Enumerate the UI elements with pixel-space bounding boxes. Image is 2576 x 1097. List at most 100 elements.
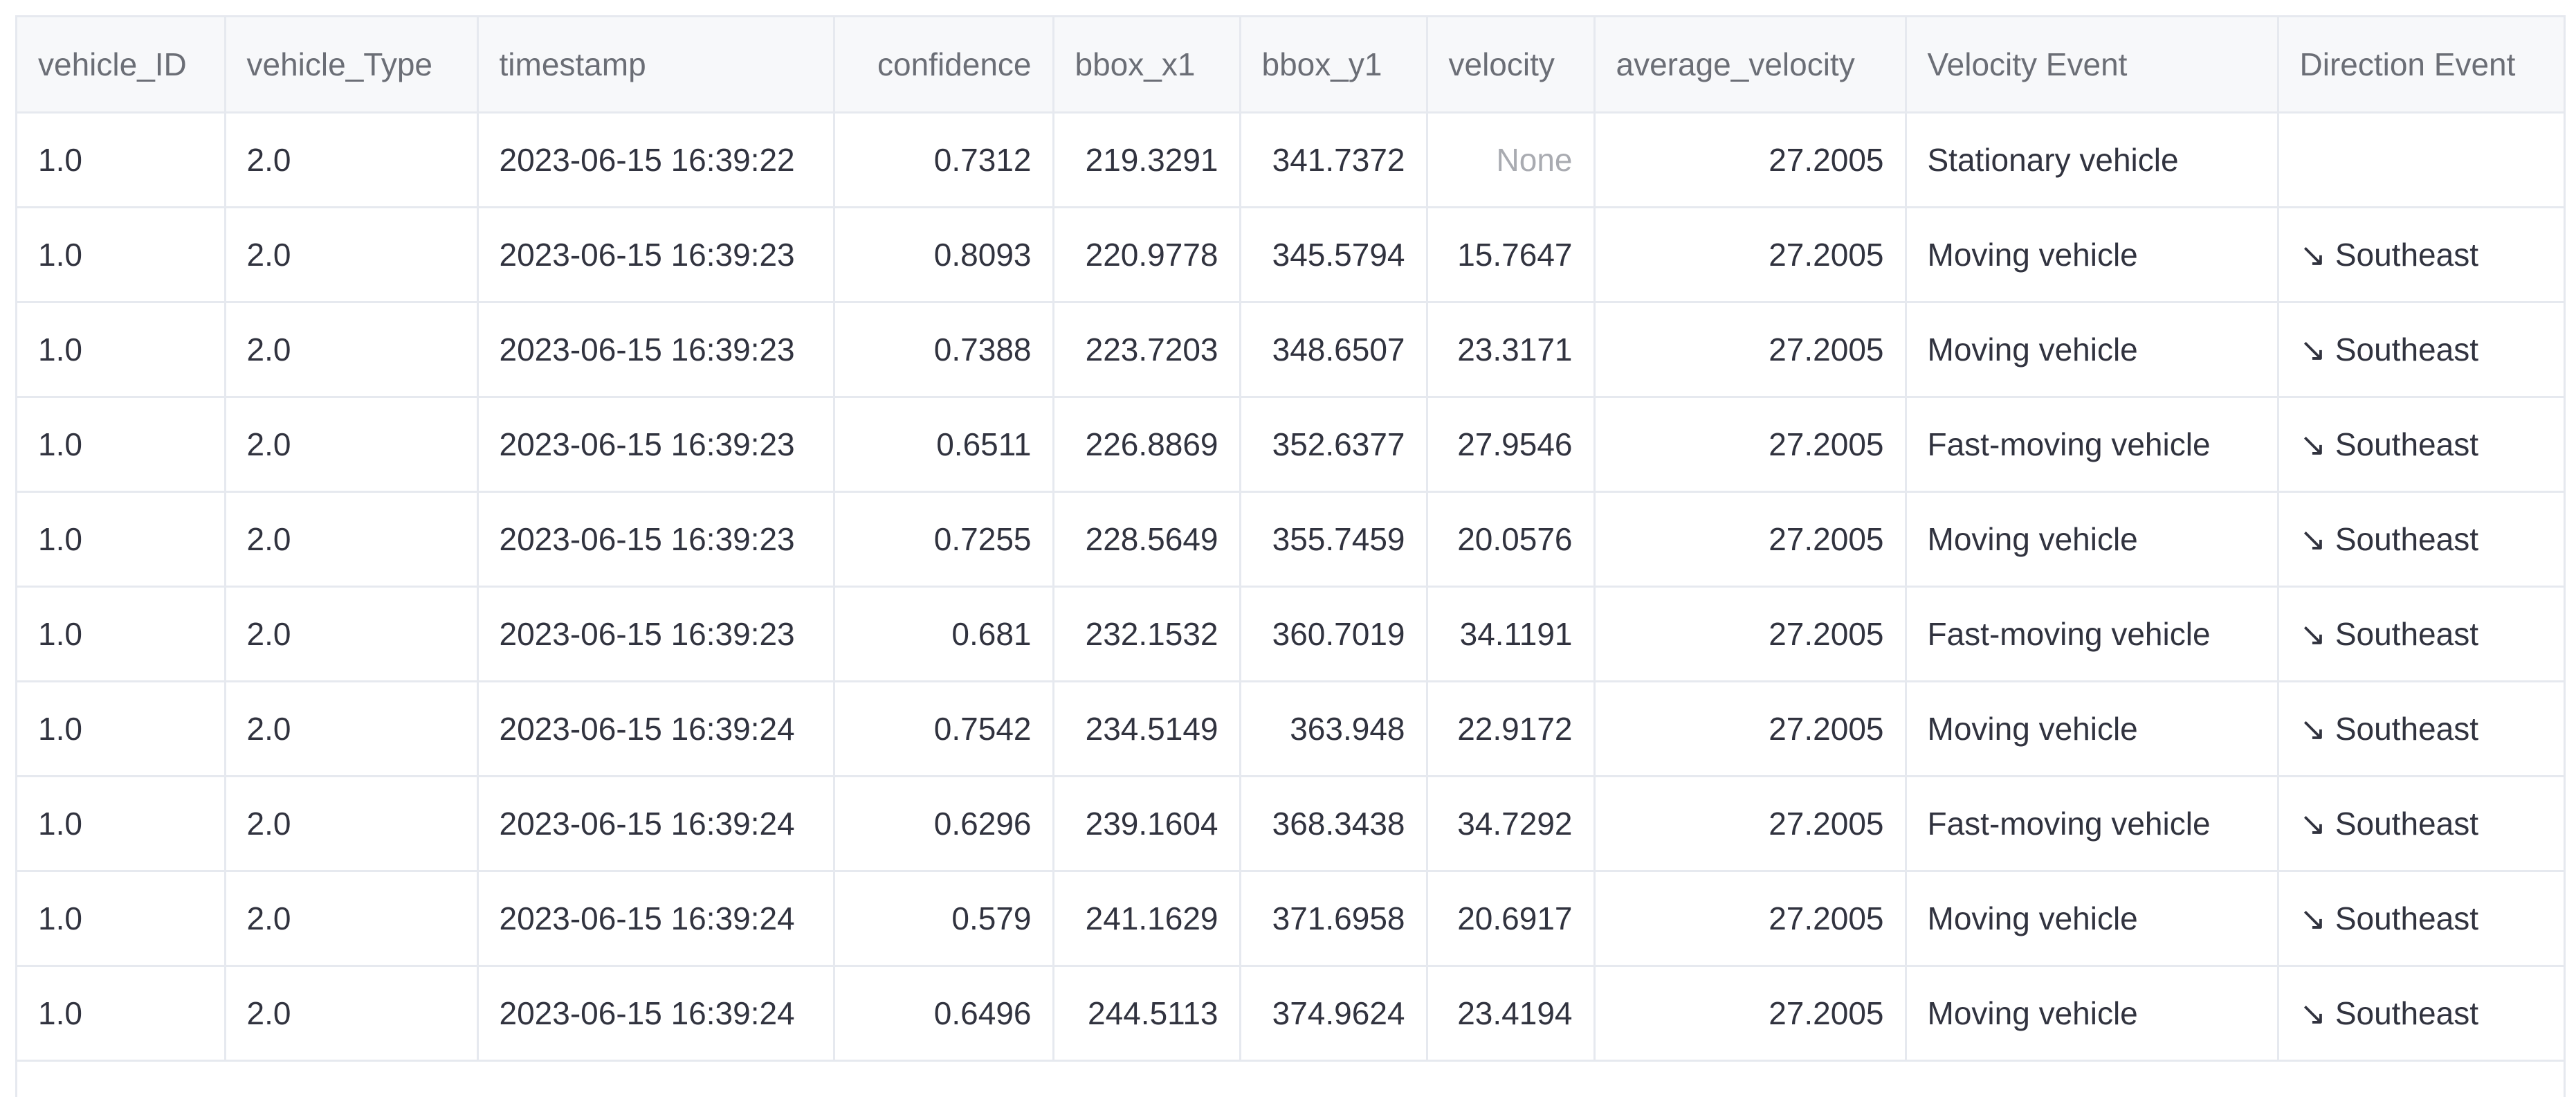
table-cell[interactable]: 0.8093	[834, 207, 1054, 303]
table-row[interactable]: 1.0 2.0 2023-06-15 16:39:23 0.681 232.1532 36…	[17, 586, 2564, 682]
table-cell[interactable]: 232.1532	[1053, 586, 1241, 682]
column-header-average-velocity[interactable]: average_velocity	[1594, 17, 1907, 114]
table-cell[interactable]: 0.6511	[834, 397, 1054, 493]
table-cell[interactable]: 1.0	[17, 491, 226, 588]
table-cell[interactable]: 241.1629	[1053, 871, 1241, 967]
table-cell[interactable]: 2023-06-15 16:39:23	[477, 491, 835, 588]
table-cell[interactable]: 27.2005	[1594, 397, 1907, 493]
column-header-vehicle-id[interactable]: vehicle_ID	[17, 17, 226, 114]
table-cell[interactable]: ↘ Southeast	[2278, 302, 2564, 398]
table-cell[interactable]: 368.3438	[1240, 776, 1428, 872]
table-cell[interactable]: 27.2005	[1594, 207, 1907, 303]
table-cell[interactable]: 2023-06-15 16:39:24	[477, 965, 835, 1062]
column-header-confidence[interactable]: confidence	[834, 17, 1054, 114]
table-cell[interactable]: 355.7459	[1240, 491, 1428, 588]
table-cell[interactable]: 1.0	[17, 681, 226, 777]
column-header-velocity-event[interactable]: Velocity Event	[1906, 17, 2279, 114]
table-cell[interactable]: 348.6507	[1240, 302, 1428, 398]
table-cell[interactable]: 20.0576	[1427, 491, 1596, 588]
table-cell[interactable]: 23.3171	[1427, 302, 1596, 398]
table-cell[interactable]: 1.0	[17, 871, 226, 967]
table-cell[interactable]: 27.2005	[1594, 112, 1907, 208]
table-cell[interactable]: 2.0	[225, 681, 479, 777]
column-header-velocity[interactable]: velocity	[1427, 17, 1596, 114]
table-row[interactable]: 1.0 2.0 2023-06-15 16:39:23 0.8093 220.9778 3…	[17, 207, 2564, 303]
table-cell[interactable]: 2023-06-15 16:39:23	[477, 586, 835, 682]
table-cell[interactable]: 341.7372	[1240, 112, 1428, 208]
table-row[interactable]: 1.0 2.0 2023-06-15 16:39:23 0.7388 223.7203 3…	[17, 302, 2564, 398]
table-row[interactable]: 1.0 2.0 2023-06-15 16:39:22 0.7312 219.3291 3…	[17, 112, 2564, 208]
table-cell[interactable]: 0.6496	[834, 965, 1054, 1062]
table-cell[interactable]: 1.0	[17, 207, 226, 303]
table-cell[interactable]: 27.9546	[1427, 397, 1596, 493]
table-cell[interactable]: 34.7292	[1427, 776, 1596, 872]
table-row[interactable]: 1.0 2.0 2023-06-15 16:39:23 0.7255 228.5649 3…	[17, 491, 2564, 588]
table-cell[interactable]: ↘ Southeast	[2278, 965, 2564, 1062]
table-cell[interactable]: 20.6917	[1427, 871, 1596, 967]
table-cell[interactable]: 0.681	[834, 586, 1054, 682]
table-cell[interactable]: 239.1604	[1053, 776, 1241, 872]
table-cell[interactable]: 223.7203	[1053, 302, 1241, 398]
table-cell[interactable]: ↘ Southeast	[2278, 871, 2564, 967]
table-cell[interactable]: 228.5649	[1053, 491, 1241, 588]
table-cell[interactable]: Moving vehicle	[1906, 681, 2279, 777]
table-cell[interactable]: Moving vehicle	[1906, 871, 2279, 967]
table-cell[interactable]: 2023-06-15 16:39:24	[477, 776, 835, 872]
table-cell[interactable]: 234.5149	[1053, 681, 1241, 777]
table-cell[interactable]: Fast-moving vehicle	[1906, 776, 2279, 872]
column-header-timestamp[interactable]: timestamp	[477, 17, 835, 114]
table-cell[interactable]: 27.2005	[1594, 965, 1907, 1062]
table-cell[interactable]: 0.7312	[834, 112, 1054, 208]
table-cell[interactable]: 1.0	[17, 586, 226, 682]
column-header-bbox-x1[interactable]: bbox_x1	[1053, 17, 1241, 114]
table-cell[interactable]: 2023-06-15 16:39:23	[477, 207, 835, 303]
table-cell[interactable]: 1.0	[17, 112, 226, 208]
table-cell[interactable]: 1.0	[17, 965, 226, 1062]
table-cell[interactable]: 2.0	[225, 207, 479, 303]
table-cell[interactable]: 2.0	[225, 302, 479, 398]
table-cell[interactable]: 0.7388	[834, 302, 1054, 398]
column-header-vehicle-type[interactable]: vehicle_Type	[225, 17, 479, 114]
table-row[interactable]: 1.0 2.0 2023-06-15 16:39:24 0.7542 234.5149 3…	[17, 681, 2564, 777]
table-cell[interactable]: 2.0	[225, 491, 479, 588]
table-cell[interactable]: 1.0	[17, 302, 226, 398]
table-cell[interactable]: 345.5794	[1240, 207, 1428, 303]
table-cell[interactable]: 2023-06-15 16:39:24	[477, 681, 835, 777]
table-cell[interactable]: Fast-moving vehicle	[1906, 397, 2279, 493]
table-cell[interactable]: 0.6296	[834, 776, 1054, 872]
table-cell[interactable]: 2.0	[225, 871, 479, 967]
table-cell[interactable]: 27.2005	[1594, 871, 1907, 967]
table-cell[interactable]: 27.2005	[1594, 586, 1907, 682]
table-cell[interactable]: Moving vehicle	[1906, 491, 2279, 588]
table-cell[interactable]: 27.2005	[1594, 491, 1907, 588]
table-cell[interactable]: Moving vehicle	[1906, 965, 2279, 1062]
table-cell[interactable]: 363.948	[1240, 681, 1428, 777]
column-header-bbox-y1[interactable]: bbox_y1	[1240, 17, 1428, 114]
table-cell[interactable]: Stationary vehicle	[1906, 112, 2279, 208]
table-cell[interactable]: 2.0	[225, 112, 479, 208]
table-cell[interactable]: 2023-06-15 16:39:23	[477, 302, 835, 398]
table-cell[interactable]: 360.7019	[1240, 586, 1428, 682]
table-cell[interactable]: 226.8869	[1053, 397, 1241, 493]
table-cell[interactable]: Fast-moving vehicle	[1906, 586, 2279, 682]
table-row[interactable]: 1.0 2.0 2023-06-15 16:39:23 0.6511 226.8869 3…	[17, 397, 2564, 493]
table-cell[interactable]: 27.2005	[1594, 776, 1907, 872]
table-row[interactable]: 1.0 2.0 2023-06-15 16:39:24 0.6496 244.5113 3…	[17, 965, 2564, 1062]
table-cell[interactable]: 2023-06-15 16:39:23	[477, 397, 835, 493]
table-cell[interactable]: 2.0	[225, 776, 479, 872]
table-cell[interactable]: 2.0	[225, 965, 479, 1062]
table-cell[interactable]: 371.6958	[1240, 871, 1428, 967]
table-cell[interactable]: 22.9172	[1427, 681, 1596, 777]
table-cell[interactable]: 2023-06-15 16:39:22	[477, 112, 835, 208]
table-cell[interactable]: ↘ Southeast	[2278, 491, 2564, 588]
table-cell[interactable]: ↘ Southeast	[2278, 397, 2564, 493]
table-cell[interactable]: ↘ Southeast	[2278, 207, 2564, 303]
table-cell[interactable]: 2.0	[225, 397, 479, 493]
table-cell[interactable]: 2.0	[225, 586, 479, 682]
table-cell[interactable]: 0.7255	[834, 491, 1054, 588]
table-cell[interactable]: 0.7542	[834, 681, 1054, 777]
table-cell[interactable]	[2278, 112, 2564, 208]
table-cell[interactable]: 27.2005	[1594, 302, 1907, 398]
table-cell[interactable]: 0.579	[834, 871, 1054, 967]
table-cell[interactable]: ↘ Southeast	[2278, 681, 2564, 777]
